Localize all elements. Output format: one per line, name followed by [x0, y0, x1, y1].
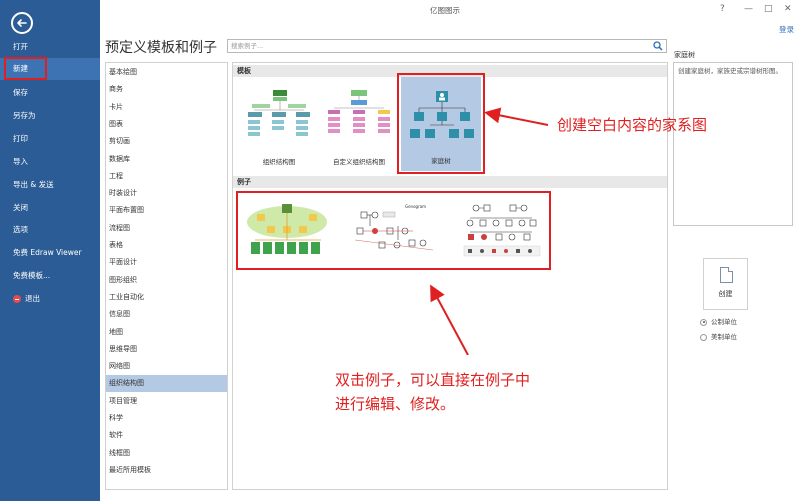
category-item[interactable]: 表格	[106, 237, 227, 254]
highlight-box-new	[4, 57, 47, 80]
create-button[interactable]: 创建	[703, 258, 748, 310]
sidebar-item-label: 另存为	[13, 111, 36, 120]
template-label: 自定义组织结构图	[333, 158, 385, 166]
category-item[interactable]: 信息图	[106, 306, 227, 323]
category-item[interactable]: 工业自动化	[106, 289, 227, 306]
sidebar-item-save[interactable]: 保存	[0, 82, 100, 104]
annotation-create-blank: 创建空白内容的家系图	[557, 116, 708, 134]
sidebar-item-label: 退出	[25, 294, 40, 303]
help-button[interactable]: ?	[720, 4, 725, 14]
sidebar-item-label: 打印	[13, 134, 28, 143]
annotation-double-click-line2: 进行编辑、修改。	[335, 395, 456, 413]
sidebar-item-label: 导入	[13, 157, 28, 166]
login-link[interactable]: 登录	[779, 24, 794, 35]
template-detail-title: 家庭树	[674, 51, 695, 59]
unit-label: 美制单位	[711, 333, 737, 341]
sidebar-item-label: 免费模板...	[13, 271, 51, 280]
radio-unchecked-icon[interactable]	[700, 333, 707, 341]
category-item[interactable]: 线框图	[106, 445, 227, 462]
search-icon[interactable]	[653, 41, 663, 51]
exit-icon	[13, 295, 21, 303]
sidebar-item-label: 关闭	[13, 203, 28, 212]
category-item[interactable]: 商务	[106, 81, 227, 98]
sidebar-item-close[interactable]: 关闭	[0, 197, 100, 219]
unit-option-us[interactable]: 美制单位	[700, 331, 737, 341]
sidebar-item-export-send[interactable]: 导出 & 发送	[0, 174, 100, 196]
sidebar-item-open[interactable]: 打开	[0, 36, 100, 58]
template-org-chart[interactable]: 组织结构图	[238, 80, 320, 172]
highlight-box-family-tree	[397, 73, 485, 174]
genogram-title: Genogram	[405, 204, 426, 209]
minimize-button[interactable]: —	[744, 4, 753, 14]
category-item[interactable]: 科学	[106, 410, 227, 427]
title-bar: 亿图图示 ? — □ ✕	[100, 0, 800, 22]
custom-org-chart-thumbnail	[328, 90, 390, 133]
sidebar-item-label: 导出 & 发送	[13, 180, 54, 189]
category-item[interactable]: 网络图	[106, 358, 227, 375]
template-custom-org-chart[interactable]: 自定义组织结构图	[318, 80, 400, 172]
category-item[interactable]: 图形组织	[106, 272, 227, 289]
sidebar-item-import[interactable]: 导入	[0, 151, 100, 173]
sidebar-item-print[interactable]: 打印	[0, 128, 100, 150]
example-family-tree[interactable]	[458, 198, 548, 263]
annotation-double-click-line1: 双击例子，可以直接在例子中	[335, 371, 531, 389]
category-item[interactable]: 思维导图	[106, 341, 227, 358]
category-item[interactable]: 卡片	[106, 99, 227, 116]
unit-option-metric[interactable]: 公制单位	[700, 316, 737, 326]
org-chart-thumbnail	[248, 90, 310, 136]
sidebar-item-label: 选项	[13, 225, 28, 234]
sidebar-item-free-viewer[interactable]: 免费 Edraw Viewer	[0, 242, 100, 264]
category-item[interactable]: 剪切画	[106, 133, 227, 150]
example-org-chart-thumbnail	[247, 204, 327, 254]
category-item[interactable]: 基本绘图	[106, 64, 227, 81]
category-item[interactable]: 项目管理	[106, 393, 227, 410]
category-item[interactable]: 流程图	[106, 220, 227, 237]
sidebar-item-free-templates[interactable]: 免费模板...	[0, 265, 100, 287]
arrow-left-icon	[17, 19, 27, 27]
category-item[interactable]: 平面布置图	[106, 202, 227, 219]
sidebar-item-label: 免费 Edraw Viewer	[13, 248, 82, 257]
category-list: 基本绘图 商务 卡片 图表 剪切画 数据库 工程 时装设计 平面布置图 流程图 表格 平面设计 图形组织…	[105, 62, 228, 490]
category-item[interactable]: 平面设计	[106, 254, 227, 271]
category-item[interactable]: 图表	[106, 116, 227, 133]
template-description: 创建家庭树，家族史或宗谱树形图。	[673, 62, 793, 226]
template-label: 组织结构图	[262, 158, 296, 166]
page-title: 预定义模板和例子	[105, 40, 217, 56]
category-item[interactable]: 地图	[106, 324, 227, 341]
category-item[interactable]: 时装设计	[106, 185, 227, 202]
category-item[interactable]: 最近所用模板	[106, 462, 227, 479]
sidebar-item-options[interactable]: 选项	[0, 219, 100, 241]
category-item[interactable]: 组织结构图	[106, 375, 227, 393]
search-placeholder: 搜索例子...	[231, 42, 264, 50]
window-title: 亿图图示	[430, 6, 460, 15]
annotation-box: 双击例子，可以直接在例子中 进行编辑、修改。	[323, 355, 623, 425]
radio-checked-icon[interactable]	[700, 318, 707, 326]
close-button[interactable]: ✕	[784, 4, 792, 14]
maximize-button[interactable]: □	[764, 4, 773, 14]
create-button-label: 创建	[718, 290, 733, 298]
example-org-chart[interactable]	[243, 198, 333, 263]
category-item[interactable]: 软件	[106, 427, 227, 444]
example-genogram-thumbnail: Genogram	[354, 204, 434, 251]
example-genogram[interactable]: Genogram	[351, 198, 441, 263]
category-item[interactable]: 数据库	[106, 151, 227, 168]
sidebar-item-exit[interactable]: 退出	[0, 288, 100, 310]
search-input[interactable]: 搜索例子...	[227, 39, 667, 53]
sidebar-item-label: 打开	[13, 42, 28, 51]
examples-section-header: 例子	[233, 176, 667, 188]
example-family-tree-thumbnail	[463, 204, 541, 257]
unit-label: 公制单位	[711, 318, 737, 326]
back-button[interactable]	[11, 12, 33, 34]
sidebar-item-label: 保存	[13, 88, 28, 97]
sidebar-item-save-as[interactable]: 另存为	[0, 105, 100, 127]
category-item[interactable]: 工程	[106, 168, 227, 185]
new-document-icon	[720, 267, 733, 283]
